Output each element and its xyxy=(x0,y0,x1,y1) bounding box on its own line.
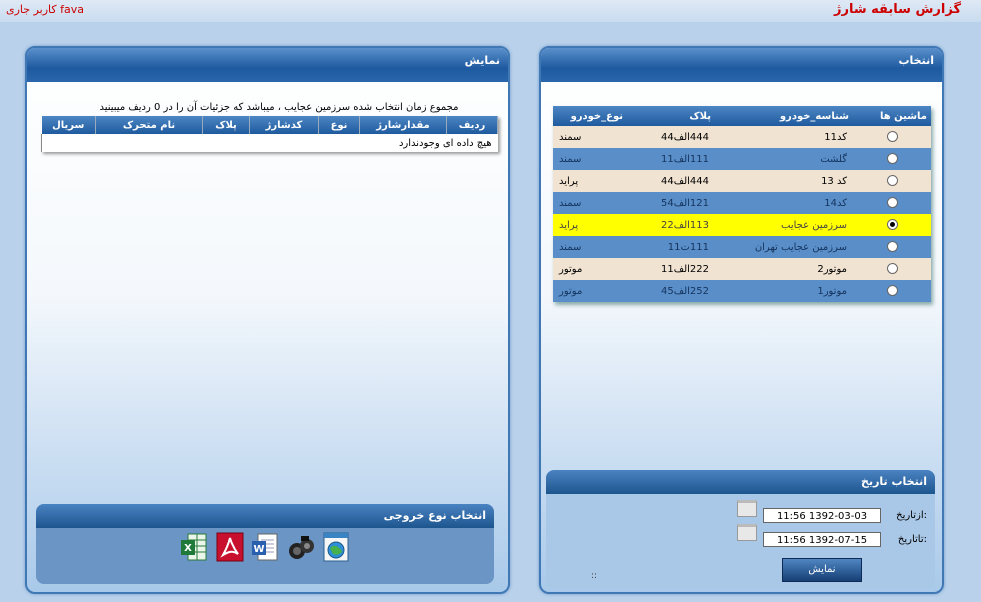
vehicle-id-cell: کد14 xyxy=(715,192,853,214)
vehicle-id-cell: سرزمین عجایب xyxy=(715,214,853,236)
table-row[interactable]: کد 13 444الف44 پراید xyxy=(553,170,931,192)
vehicle-id-cell: موتور1 xyxy=(715,280,853,302)
svg-text:W: W xyxy=(253,544,264,555)
col-charge-code[interactable]: کدشارژ xyxy=(249,116,319,134)
plate-cell: 121الف54 xyxy=(627,192,715,214)
export-panel-title: انتخاب نوع خروجی xyxy=(36,504,494,528)
vehicle-radio[interactable] xyxy=(886,131,898,143)
vehicle-radio[interactable] xyxy=(886,263,898,275)
selection-panel-title: انتخاب xyxy=(541,48,942,82)
table-row[interactable]: کد11 444الف44 سمند xyxy=(553,126,931,148)
vehicle-type-cell: سمند xyxy=(553,192,627,214)
resize-dots: :: xyxy=(591,571,598,581)
from-date-label: ازتاریخ: xyxy=(896,510,927,521)
vehicle-radio[interactable] xyxy=(886,197,898,209)
col-vehicle-name[interactable]: نام متحرک xyxy=(95,116,203,134)
to-date-label: تاتاریخ: xyxy=(897,534,927,545)
date-panel: انتخاب تاریخ ازتاریخ: 11:56 1392-03-03 ت… xyxy=(546,470,935,588)
table-row[interactable]: گلشت 111الف11 سمند xyxy=(553,148,931,170)
col-charge-amount[interactable]: مقدارشارژ xyxy=(359,116,447,134)
vehicle-radio-cell[interactable] xyxy=(853,258,931,280)
to-date-input[interactable]: 11:56 1392-07-15 xyxy=(763,532,881,547)
empty-message: هیچ داده ای وجودندارد xyxy=(41,134,498,152)
table-row[interactable]: سرزمین عجایب تهران 111ت11 سمند xyxy=(553,236,931,258)
plate-cell: 444الف44 xyxy=(627,126,715,148)
vehicle-type-cell: پراید xyxy=(553,214,627,236)
charge-detail-table: ردیف مقدارشارژ نوع کدشارژ پلاک نام متحرک… xyxy=(41,116,498,152)
plate-cell: 252الف45 xyxy=(627,280,715,302)
vehicle-type-cell: موتور xyxy=(553,280,627,302)
current-user-label: کاربر جاری fava xyxy=(6,3,84,16)
from-date-input[interactable]: 11:56 1392-03-03 xyxy=(763,508,881,523)
vehicle-radio-cell[interactable] xyxy=(853,236,931,258)
top-bar: گزارش سابقه شارژ کاربر جاری fava xyxy=(0,0,981,22)
summary-text: مجموع زمان انتخاب شده سرزمین عجایب ، میب… xyxy=(99,102,459,113)
col-plate[interactable]: پلاک xyxy=(202,116,250,134)
word-icon[interactable]: W xyxy=(251,532,279,562)
vehicle-type-cell: سمند xyxy=(553,148,627,170)
svg-text:X: X xyxy=(184,543,192,554)
table-row[interactable]: موتور1 252الف45 موتور xyxy=(553,280,931,302)
vehicle-id-cell: کد11 xyxy=(715,126,853,148)
display-panel-title: نمایش xyxy=(27,48,508,82)
vehicle-radio-cell[interactable] xyxy=(853,192,931,214)
vehicle-radio[interactable] xyxy=(886,175,898,187)
vehicle-radio[interactable] xyxy=(886,219,898,231)
table-row: هیچ داده ای وجودندارد xyxy=(41,134,498,152)
show-button[interactable]: نمایش xyxy=(782,558,862,582)
export-icons: W X xyxy=(36,532,494,562)
col-vehicle-id[interactable]: شناسه_خودرو xyxy=(715,106,853,126)
col-vehicle-type[interactable]: نوع_خودرو xyxy=(553,106,627,126)
pdf-icon[interactable] xyxy=(216,532,244,562)
plate-cell: 111الف11 xyxy=(627,148,715,170)
vehicle-id-cell: موتور2 xyxy=(715,258,853,280)
vehicle-id-cell: سرزمین عجایب تهران xyxy=(715,236,853,258)
vehicle-radio[interactable] xyxy=(886,153,898,165)
calendar-icon[interactable] xyxy=(737,500,757,517)
col-row[interactable]: ردیف xyxy=(446,116,498,134)
vehicle-radio-cell[interactable] xyxy=(853,126,931,148)
vehicle-radio-cell[interactable] xyxy=(853,280,931,302)
table-row[interactable]: کد14 121الف54 سمند xyxy=(553,192,931,214)
display-panel: نمایش مجموع زمان انتخاب شده سرزمین عجایب… xyxy=(25,46,510,594)
excel-icon[interactable]: X xyxy=(180,532,208,562)
vehicle-type-cell: پراید xyxy=(553,170,627,192)
vehicle-type-cell: موتور xyxy=(553,258,627,280)
col-type[interactable]: نوع xyxy=(318,116,360,134)
vehicle-id-cell: کد 13 xyxy=(715,170,853,192)
vehicle-radio-cell[interactable] xyxy=(853,214,931,236)
vehicle-type-cell: سمند xyxy=(553,126,627,148)
table-row[interactable]: موتور2 222الف11 موتور xyxy=(553,258,931,280)
plate-cell: 222الف11 xyxy=(627,258,715,280)
vehicle-radio-cell[interactable] xyxy=(853,148,931,170)
web-icon[interactable] xyxy=(322,532,350,562)
date-panel-title: انتخاب تاریخ xyxy=(546,470,935,494)
table-row[interactable]: سرزمین عجایب 113الف22 پراید xyxy=(553,214,931,236)
camera-icon[interactable] xyxy=(287,532,315,562)
col-serial[interactable]: سریال xyxy=(41,116,96,134)
col-plate[interactable]: پلاک xyxy=(627,106,715,126)
calendar-icon[interactable] xyxy=(737,524,757,541)
vehicle-radio[interactable] xyxy=(886,285,898,297)
to-date-row: تاتاریخ: 11:56 1392-07-15 xyxy=(546,524,935,550)
plate-cell: 113الف22 xyxy=(627,214,715,236)
vehicle-type-cell: سمند xyxy=(553,236,627,258)
selection-panel: انتخاب ماشین ها شناسه_خودرو پلاک نوع_خود… xyxy=(539,46,944,594)
plate-cell: 111ت11 xyxy=(627,236,715,258)
page-title: گزارش سابقه شارژ xyxy=(834,2,961,17)
vehicle-radio-cell[interactable] xyxy=(853,170,931,192)
plate-cell: 444الف44 xyxy=(627,170,715,192)
export-panel: انتخاب نوع خروجی W X xyxy=(36,504,494,584)
vehicle-radio[interactable] xyxy=(886,241,898,253)
vehicle-id-cell: گلشت xyxy=(715,148,853,170)
col-vehicles[interactable]: ماشین ها xyxy=(853,106,931,126)
vehicle-table: ماشین ها شناسه_خودرو پلاک نوع_خودرو کد11… xyxy=(553,106,931,302)
